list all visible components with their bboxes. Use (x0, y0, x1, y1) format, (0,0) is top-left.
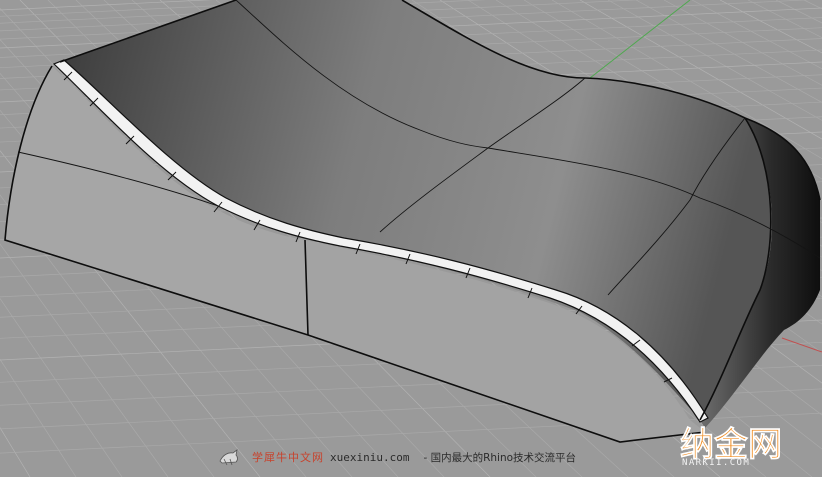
watermark-brand: 学犀牛中文网 (252, 451, 324, 464)
corner-logo-subtext: NARKII.COM (682, 458, 751, 468)
watermark-tagline: - 国内最大的Rhino技术交流平台 (423, 451, 577, 464)
rhino-logo-icon (219, 449, 238, 466)
x-axis-line (781, 337, 822, 353)
narkii-logo: 纳金网 (680, 425, 783, 466)
perspective-viewport[interactable]: 学犀牛中文网 xuexiniu.com - 国内最大的Rhino技术交流平台 纳… (0, 0, 822, 477)
watermark-bar: 学犀牛中文网 xuexiniu.com - 国内最大的Rhino技术交流平台 (218, 446, 576, 468)
3d-scene-canvas[interactable] (0, 0, 822, 477)
watermark-domain: xuexiniu.com (330, 450, 410, 464)
y-axis-line (589, 0, 691, 79)
